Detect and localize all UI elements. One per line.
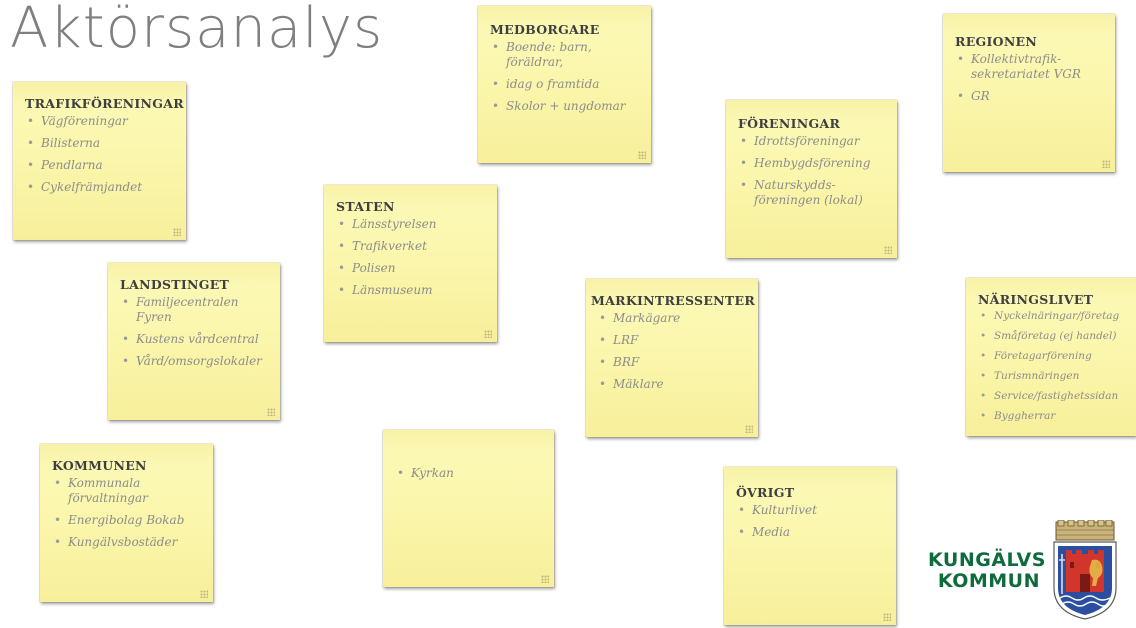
note-list: Idrottsföreningar Hembygdsförening Natur… <box>738 134 891 208</box>
resize-grip-icon[interactable] <box>1102 160 1110 168</box>
list-item: Byggherrar <box>978 410 1130 423</box>
list-item: Idrottsföreningar <box>738 134 881 149</box>
logo-line-2: KOMMUN <box>937 570 1040 592</box>
note-list: Länsstyrelsen Trafikverket Polisen Länsm… <box>336 217 491 298</box>
list-item: Skolor + ungdomar <box>490 99 626 114</box>
kungalvs-kommun-logo: KUNGÄLVS KOMMUN <box>928 520 1120 620</box>
sticky-note-medborgare[interactable]: MEDBORGARE Boende: barn, föräldrar, idag… <box>478 6 651 163</box>
list-item: Kustens vårdcentral <box>120 332 274 347</box>
note-list: Markägare LRF BRF Mäklare <box>591 311 752 392</box>
list-item: idag o framtida <box>490 77 605 92</box>
list-item: Kulturlivet <box>736 503 890 518</box>
list-item: Polisen <box>336 261 491 276</box>
note-header: LANDSTINGET <box>120 277 230 292</box>
sticky-note-landstinget[interactable]: LANDSTINGET Familjecentralen Fyren Kuste… <box>108 263 280 420</box>
list-item: GR <box>955 89 1089 104</box>
list-item: Media <box>736 525 890 540</box>
note-header: STATEN <box>336 199 395 214</box>
list-item: LRF <box>597 333 752 348</box>
note-list: Nyckelnäringar/företag Småföretag (ej ha… <box>978 310 1130 423</box>
sticky-note-staten[interactable]: STATEN Länsstyrelsen Trafikverket Polise… <box>324 185 497 342</box>
resize-grip-icon[interactable] <box>200 590 208 598</box>
resize-grip-icon[interactable] <box>484 330 492 338</box>
logo-text: KUNGÄLVS KOMMUN <box>928 549 1046 592</box>
list-item: Hembygdsförening <box>738 156 881 171</box>
list-item: Företagarförening <box>978 350 1130 363</box>
note-list: Kollektivtrafik-sekretariatet VGR GR <box>955 52 1109 104</box>
note-header: ÖVRIGT <box>736 485 795 500</box>
note-header: MEDBORGARE <box>490 22 600 37</box>
resize-grip-icon[interactable] <box>173 228 181 236</box>
list-item: Vägföreningar <box>25 114 180 129</box>
resize-grip-icon[interactable] <box>884 246 892 254</box>
kungalv-coat-of-arms-icon <box>1053 520 1117 620</box>
slide-title: Aktörsanalys <box>10 0 384 61</box>
list-item: Service/fastighetssidan <box>978 390 1130 403</box>
resize-grip-icon[interactable] <box>541 575 549 583</box>
list-item: Boende: barn, föräldrar, <box>490 40 605 70</box>
resize-grip-icon[interactable] <box>883 613 891 621</box>
sticky-note-regionen[interactable]: REGIONEN Kollektivtrafik-sekretariatet V… <box>943 14 1115 172</box>
sticky-note-trafikforeningar[interactable]: TRAFIKFÖRENINGAR Vägföreningar Bilistern… <box>13 82 186 240</box>
resize-grip-icon[interactable] <box>638 151 646 159</box>
list-item: Småföretag (ej handel) <box>978 330 1130 343</box>
list-item: Kommunala förvaltningar <box>52 476 177 506</box>
note-list: Familjecentralen Fyren Kustens vårdcentr… <box>120 295 274 369</box>
sticky-note-ovrigt[interactable]: ÖVRIGT Kulturlivet Media <box>724 467 896 625</box>
list-item: BRF <box>597 355 752 370</box>
list-item: Pendlarna <box>25 158 180 173</box>
note-list: Vägföreningar Bilisterna Pendlarna Cykel… <box>25 114 180 195</box>
note-list: Kulturlivet Media <box>736 503 890 540</box>
list-item: Energibolag Bokab <box>52 513 184 528</box>
list-item: Vård/omsorgslokaler <box>120 354 274 369</box>
list-item: Cykelfrämjandet <box>25 180 180 195</box>
list-item: Nyckelnäringar/företag <box>978 310 1130 323</box>
list-item: Familjecentralen Fyren <box>120 295 274 325</box>
note-header: NÄRINGSLIVET <box>978 292 1094 307</box>
list-item: Trafikverket <box>336 239 491 254</box>
resize-grip-icon[interactable] <box>267 408 275 416</box>
list-item: Markägare <box>597 311 752 326</box>
note-list: Boende: barn, föräldrar, idag o framtida… <box>490 40 645 114</box>
list-item: Turismnäringen <box>978 370 1130 383</box>
note-header: FÖRENINGAR <box>738 116 841 131</box>
list-item: Kungälvsbostäder <box>52 535 177 550</box>
list-item: Bilisterna <box>25 136 180 151</box>
sticky-note-kyrkan[interactable]: Kyrkan <box>383 430 554 587</box>
sticky-note-kommunen[interactable]: KOMMUNEN Kommunala förvaltningar Energib… <box>40 444 213 602</box>
note-header: KOMMUNEN <box>52 458 147 473</box>
note-list: Kommunala förvaltningar Energibolag Boka… <box>52 476 207 550</box>
list-item: Länsmuseum <box>336 283 491 298</box>
note-header: TRAFIKFÖRENINGAR <box>25 96 184 111</box>
resize-grip-icon[interactable] <box>745 425 753 433</box>
sticky-note-markintressenter[interactable]: MARKINTRESSENTER Markägare LRF BRF Mäkla… <box>586 279 758 437</box>
note-header: MARKINTRESSENTER <box>591 293 756 308</box>
list-item: Länsstyrelsen <box>336 217 491 232</box>
sticky-note-foreningar[interactable]: FÖRENINGAR Idrottsföreningar Hembygdsför… <box>726 100 897 258</box>
list-item: Mäklare <box>597 377 752 392</box>
logo-line-1: KUNGÄLVS <box>928 549 1046 571</box>
note-header: REGIONEN <box>955 34 1038 49</box>
list-item: Kollektivtrafik-sekretariatet VGR <box>955 52 1089 82</box>
note-list: Kyrkan <box>395 466 548 481</box>
list-item: Kyrkan <box>395 466 548 481</box>
sticky-note-naringslivet[interactable]: NÄRINGSLIVET Nyckelnäringar/företag Småf… <box>966 278 1136 436</box>
list-item: Naturskydds-föreningen (lokal) <box>738 178 881 208</box>
